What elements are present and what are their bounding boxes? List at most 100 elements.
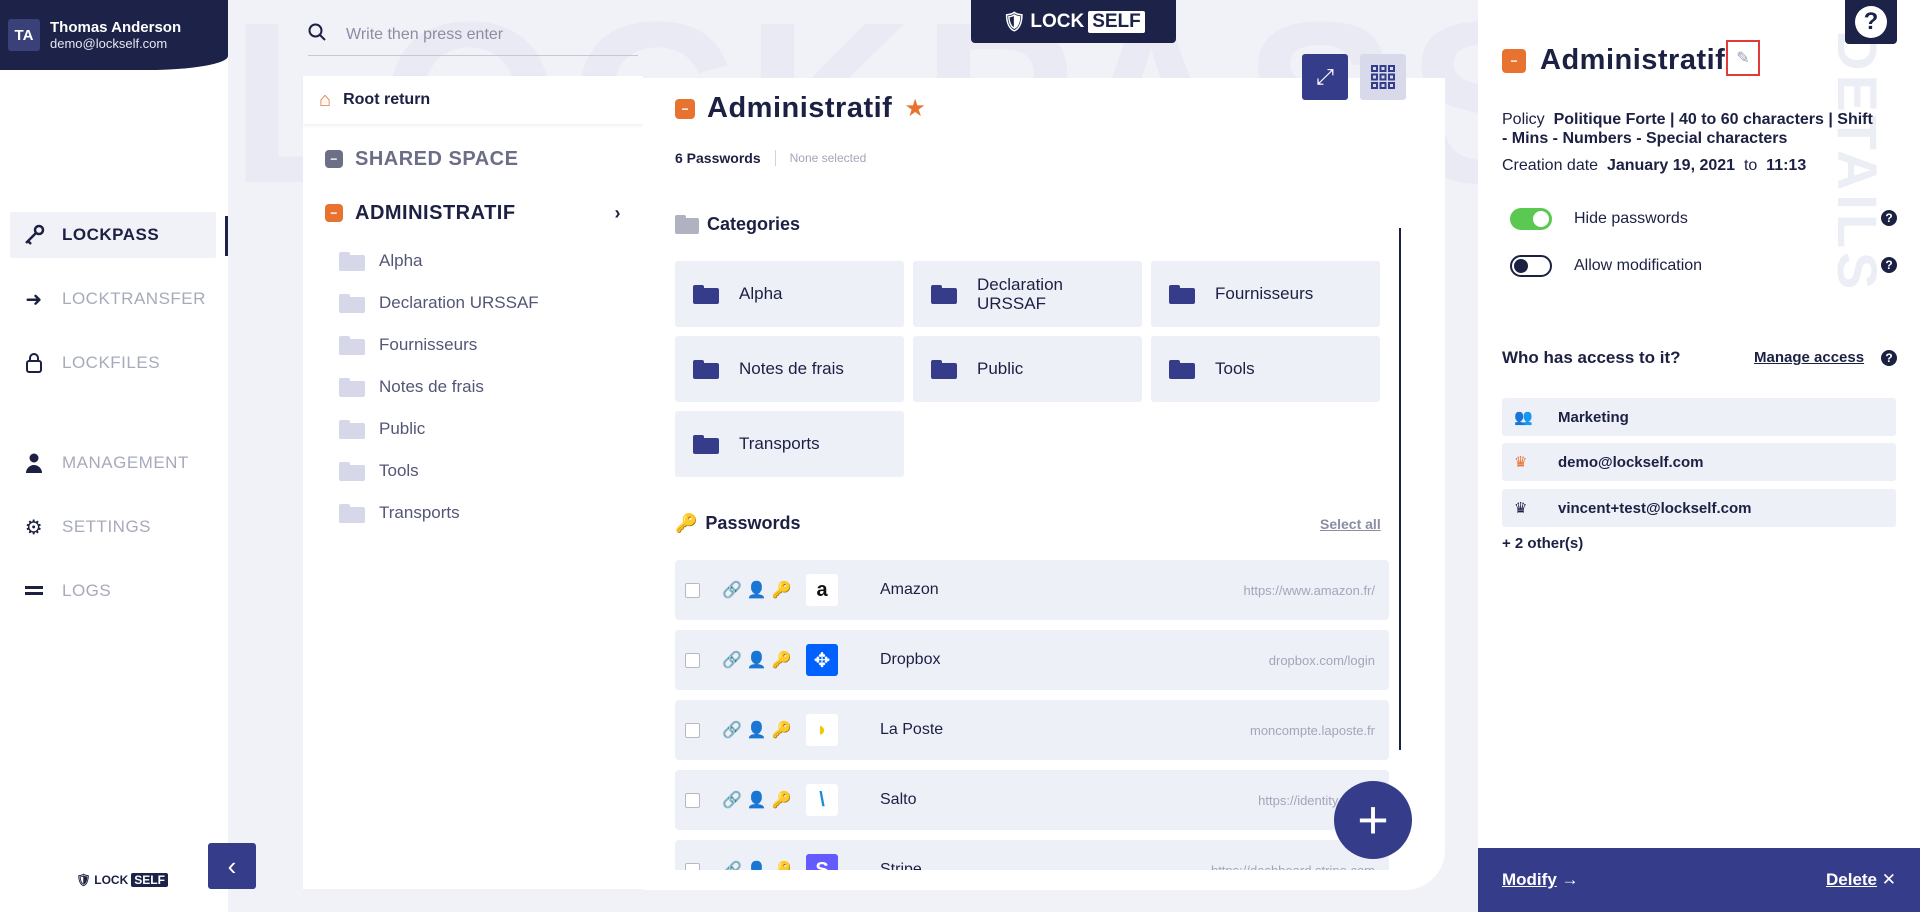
tree-folder-item[interactable]: Fournisseurs	[303, 324, 643, 366]
password-url[interactable]: https://dashboard.stripe.com	[1211, 863, 1375, 871]
row-checkbox[interactable]	[685, 652, 700, 668]
tree-folder-item[interactable]: Notes de frais	[303, 366, 643, 408]
user-icon[interactable]: 👤	[747, 860, 767, 870]
key-icon[interactable]: 🔑	[772, 790, 792, 810]
category-card[interactable]: Transports	[675, 411, 904, 477]
category-card[interactable]: Alpha	[675, 261, 904, 327]
user-icon[interactable]: 👤	[747, 580, 767, 600]
help-question-icon[interactable]: ?	[1881, 257, 1897, 273]
expand-button[interactable]: ⤢	[1302, 54, 1348, 100]
select-all-link[interactable]: Select all	[1320, 516, 1381, 532]
shared-space-item[interactable]: − SHARED SPACE	[303, 132, 643, 186]
delete-button[interactable]: Delete ✕	[1826, 870, 1896, 890]
password-name: Amazon	[880, 581, 939, 598]
crown-dark-icon: ♛	[1514, 500, 1528, 517]
nav-item-settings[interactable]: ⚙ SETTINGS	[0, 504, 228, 550]
key-icon[interactable]: 🔑	[772, 860, 792, 870]
help-question-icon[interactable]: ?	[1881, 350, 1897, 366]
policy-value: Politique Forte | 40 to 60 characters | …	[1502, 111, 1873, 147]
link-icon[interactable]: 🔗	[722, 720, 742, 740]
folder-icon	[339, 419, 365, 439]
brand-logo-icon: S	[806, 854, 838, 870]
arrow-right-icon: →	[1561, 870, 1579, 889]
nav-item-locktransfer[interactable]: ➜ LOCKTRANSFER	[0, 276, 228, 322]
folder-icon	[1169, 284, 1195, 304]
row-checkbox[interactable]	[685, 722, 700, 738]
category-card[interactable]: Public	[913, 336, 1142, 402]
row-checkbox[interactable]	[685, 792, 700, 808]
manage-access-link[interactable]: Manage access	[1754, 349, 1864, 366]
user-name: Thomas Anderson	[50, 19, 182, 36]
folder-icon	[339, 251, 365, 271]
user-icon[interactable]: 👤	[747, 790, 767, 810]
folder-icon	[693, 434, 719, 454]
link-icon[interactable]: 🔗	[722, 860, 742, 870]
key-icon[interactable]: 🔑	[772, 580, 792, 600]
category-card[interactable]: Declaration URSSAF	[913, 261, 1142, 327]
tree-folder-item[interactable]: Alpha	[303, 240, 643, 282]
others-count[interactable]: + 2 other(s)	[1502, 535, 1583, 552]
favorite-star-icon[interactable]: ★	[904, 94, 926, 123]
category-card[interactable]: Fournisseurs	[1151, 261, 1380, 327]
search-input[interactable]	[346, 25, 626, 44]
grid-view-button[interactable]	[1360, 54, 1406, 100]
password-row[interactable]: 🔗 👤 🔑 S Stripe https://dashboard.stripe.com	[675, 840, 1389, 870]
category-card[interactable]: Tools	[1151, 336, 1380, 402]
folder-icon	[339, 377, 365, 397]
user-block[interactable]: TA Thomas Anderson demo@lockself.com	[0, 0, 228, 70]
tree-folder-item[interactable]: Transports	[303, 492, 643, 534]
root-return-button[interactable]: ⌂ Root return	[303, 76, 643, 124]
brand-logo-icon: a	[806, 574, 838, 606]
folder-tree: ⌂ Root return − SHARED SPACE − ADMINISTR…	[303, 76, 643, 889]
avatar: TA	[8, 19, 40, 51]
lockpass-key-icon	[22, 223, 46, 247]
link-icon[interactable]: 🔗	[722, 650, 742, 670]
help-question-icon[interactable]: ?	[1881, 210, 1897, 226]
tree-folder-item[interactable]: Tools	[303, 450, 643, 492]
key-icon[interactable]: 🔑	[772, 650, 792, 670]
allow-modification-row: Allow modification	[1510, 255, 1702, 277]
current-space-item[interactable]: − ADMINISTRATIF ›	[303, 186, 643, 240]
edit-title-button[interactable]: ✎	[1726, 40, 1760, 76]
collapse-sidebar-button[interactable]: ‹	[208, 843, 256, 889]
allow-modification-toggle[interactable]	[1510, 255, 1552, 277]
password-row[interactable]: 🔗 👤 🔑 ◗ La Poste moncompte.laposte.fr	[675, 700, 1389, 760]
sidebar-logo: 🛡 LOCK SELF	[76, 873, 168, 887]
key-icon[interactable]: 🔑	[772, 720, 792, 740]
user-icon[interactable]: 👤	[747, 650, 767, 670]
tree-folder-item[interactable]: Public	[303, 408, 643, 450]
password-url[interactable]: moncompte.laposte.fr	[1250, 723, 1375, 738]
password-row[interactable]: 🔗 👤 🔑 a Amazon https://www.amazon.fr/	[675, 560, 1389, 620]
password-row[interactable]: 🔗 👤 🔑 \ Salto https://identity.saltok	[675, 770, 1389, 830]
chevron-right-icon: ›	[614, 202, 621, 223]
row-action-icons: 🔗👤🔑	[722, 650, 798, 670]
user-icon	[22, 451, 46, 475]
folder-icon	[339, 335, 365, 355]
padlock-icon	[22, 351, 46, 375]
nav-item-lockfiles[interactable]: LOCKFILES	[0, 340, 228, 386]
link-icon[interactable]: 🔗	[722, 790, 742, 810]
tree-folder-item[interactable]: Declaration URSSAF	[303, 282, 643, 324]
add-button[interactable]: +	[1334, 781, 1412, 859]
shield-logo-icon: 🛡	[1002, 11, 1027, 33]
password-url[interactable]: https://www.amazon.fr/	[1244, 583, 1376, 598]
password-name: La Poste	[880, 721, 944, 738]
row-checkbox[interactable]	[685, 582, 700, 598]
modify-button[interactable]: Modify →	[1502, 870, 1579, 890]
hide-passwords-toggle[interactable]	[1510, 208, 1552, 230]
scrollbar[interactable]	[1399, 228, 1401, 750]
link-icon[interactable]: 🔗	[722, 580, 742, 600]
nav-item-management[interactable]: MANAGEMENT	[0, 440, 228, 486]
password-url[interactable]: dropbox.com/login	[1269, 653, 1375, 668]
category-card[interactable]: Notes de frais	[675, 336, 904, 402]
collapse-square-icon: −	[1502, 48, 1526, 73]
nav-item-logs[interactable]: LOGS	[0, 568, 228, 614]
password-row[interactable]: 🔗 👤 🔑 ✥ Dropbox dropbox.com/login	[675, 630, 1389, 690]
folder-icon	[931, 284, 957, 304]
nav-item-lockpass[interactable]: LOCKPASS	[10, 212, 228, 258]
row-checkbox[interactable]	[685, 862, 700, 870]
password-list: 🔗 👤 🔑 a Amazon https://www.amazon.fr/🔗 👤 🔑 ✥ Drop…	[675, 560, 1389, 870]
row-action-icons: 🔗👤🔑	[722, 580, 798, 600]
user-icon[interactable]: 👤	[747, 720, 767, 740]
help-button[interactable]: ?	[1845, 0, 1897, 44]
